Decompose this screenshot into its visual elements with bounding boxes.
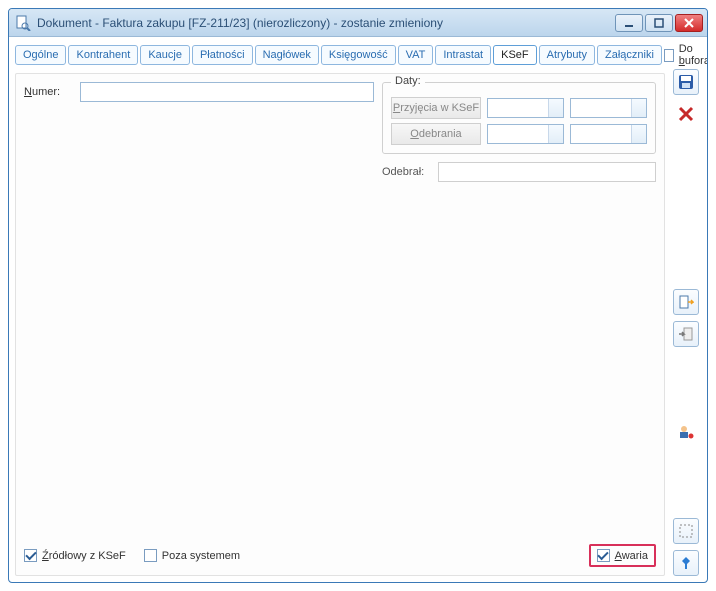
app-window: Dokument - Faktura zakupu [FZ-211/23] (n…: [8, 8, 708, 583]
pin-button[interactable]: [673, 550, 699, 576]
footer-row: Źródłowy z KSeF Poza systemem Awaria: [24, 538, 656, 567]
checkbox-icon: [597, 549, 610, 562]
przyjecia-date-input[interactable]: [487, 98, 564, 118]
odebral-label: Odebrał:: [382, 166, 430, 178]
tab-ksef[interactable]: KSeF: [493, 45, 537, 65]
close-icon: [678, 106, 694, 122]
tab-kontrahent[interactable]: Kontrahent: [68, 45, 138, 65]
document-magnifier-icon: [15, 15, 31, 31]
minimize-button[interactable]: [615, 14, 643, 32]
tab-zalaczniki[interactable]: Załączniki: [597, 45, 662, 65]
tab-ksiegowosc[interactable]: Księgowość: [321, 45, 396, 65]
tab-ogolne[interactable]: Ogólne: [15, 45, 66, 65]
floppy-icon: [678, 74, 694, 90]
cancel-button[interactable]: [673, 101, 699, 127]
daty-grid: Przyjęcia w KSeF Odebrania: [391, 97, 647, 145]
numer-input[interactable]: [80, 82, 374, 102]
numer-row: Numer:: [24, 82, 374, 102]
tab-platnosci[interactable]: Płatności: [192, 45, 253, 65]
side-toolbar: [671, 43, 701, 576]
user-icon: [678, 424, 694, 440]
awaria-label: Awaria: [615, 550, 648, 562]
client-area: Ogólne Kontrahent Kaucje Płatności Nagłó…: [9, 37, 707, 582]
export-button[interactable]: [673, 289, 699, 315]
main-column: Ogólne Kontrahent Kaucje Płatności Nagłó…: [15, 43, 665, 576]
poza-systemem-label: Poza systemem: [162, 550, 240, 562]
tab-intrastat[interactable]: Intrastat: [435, 45, 491, 65]
odebrania-time-input[interactable]: [570, 124, 647, 144]
maximize-button[interactable]: [645, 14, 673, 32]
window-title: Dokument - Faktura zakupu [FZ-211/23] (n…: [37, 16, 615, 30]
upper-area: Numer: Daty: Przyjęcia w KSeF Odebrania: [24, 82, 656, 182]
titlebar: Dokument - Faktura zakupu [FZ-211/23] (n…: [9, 9, 707, 37]
window-buttons: [615, 14, 703, 32]
odebrania-button[interactable]: Odebrania: [391, 123, 481, 145]
import-button[interactable]: [673, 321, 699, 347]
src-ksef-label: Źródłowy z KSeF: [42, 550, 126, 562]
numer-label: Numer:: [24, 86, 72, 98]
daty-group-title: Daty:: [391, 75, 425, 87]
checkbox-icon: [24, 549, 37, 562]
user-action-button[interactable]: [673, 419, 699, 445]
odebrania-date-input[interactable]: [487, 124, 564, 144]
tabs: Ogólne Kontrahent Kaucje Płatności Nagłó…: [15, 45, 662, 65]
close-button[interactable]: [675, 14, 703, 32]
src-ksef-checkbox[interactable]: Źródłowy z KSeF: [24, 549, 126, 562]
przyjecia-time-input[interactable]: [570, 98, 647, 118]
daty-group: Daty: Przyjęcia w KSeF Odebrania: [382, 82, 656, 154]
odebral-row: Odebrał:: [382, 162, 656, 182]
pin-icon: [678, 555, 694, 571]
tab-vat[interactable]: VAT: [398, 45, 434, 65]
tab-naglowek[interactable]: Nagłówek: [255, 45, 319, 65]
awaria-checkbox[interactable]: Awaria: [597, 549, 648, 562]
awaria-highlight: Awaria: [589, 544, 656, 567]
odebral-input[interactable]: [438, 162, 656, 182]
export-icon: [678, 294, 694, 310]
left-fields: Numer:: [24, 82, 374, 182]
tab-ksef-body: Numer: Daty: Przyjęcia w KSeF Odebrania: [15, 73, 665, 576]
przyjecia-button[interactable]: Przyjęcia w KSeF: [391, 97, 481, 119]
selection-icon: [678, 523, 694, 539]
selection-button[interactable]: [673, 518, 699, 544]
save-button[interactable]: [673, 69, 699, 95]
poza-systemem-checkbox[interactable]: Poza systemem: [144, 549, 240, 562]
tabs-row: Ogólne Kontrahent Kaucje Płatności Nagłó…: [15, 43, 665, 67]
import-icon: [678, 326, 694, 342]
checkbox-icon: [144, 549, 157, 562]
tab-kaucje[interactable]: Kaucje: [140, 45, 190, 65]
tab-atrybuty[interactable]: Atrybuty: [539, 45, 595, 65]
